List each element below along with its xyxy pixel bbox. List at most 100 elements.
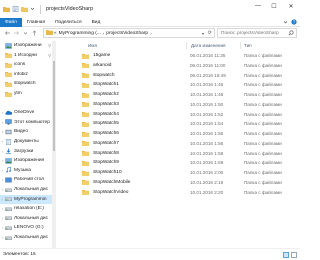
column-header-date[interactable]: Дата изменения [191, 43, 226, 48]
file-name[interactable]: StopWatch5 [93, 121, 185, 126]
help-icon[interactable]: ? [291, 19, 297, 27]
tab-home[interactable]: Главная [22, 18, 50, 27]
file-name[interactable]: 15game [93, 53, 185, 58]
close-button[interactable]: ✕ [282, 0, 300, 12]
search-box[interactable] [217, 28, 297, 38]
tab-file[interactable]: Файл [0, 17, 22, 27]
sidebar-item[interactable]: › Музыка [0, 166, 52, 175]
sidebar-item[interactable]: › Видео [0, 127, 52, 136]
recent-locations-button[interactable] [21, 29, 29, 37]
file-name[interactable]: arkanoid [93, 63, 185, 68]
sidebar-item-label: stopwatch [14, 81, 36, 87]
up-button[interactable] [30, 29, 38, 37]
breadcrumb-overflow[interactable]: « [54, 31, 57, 36]
large-icons-view-button[interactable] [291, 252, 297, 258]
sidebar-item[interactable]: › MyProgrammin [0, 194, 52, 204]
file-name[interactable]: StopWatch2 [93, 92, 185, 97]
drive-icon [5, 187, 12, 193]
breadcrumb-separator[interactable]: › [150, 31, 152, 36]
file-name[interactable]: StopWatch3 [93, 102, 185, 107]
breadcrumb-projectsvideosharp[interactable]: projectsVideoSharp [106, 31, 148, 36]
file-name[interactable]: StopWatch4 [93, 112, 185, 117]
folder-icon [82, 150, 89, 156]
sidebar-item[interactable]: › LENOVO (G:) [0, 223, 52, 232]
file-row[interactable]: StopWatch5 10.01.2016 1:54 Папка с файлами [82, 119, 298, 128]
chevron-down-icon[interactable] [30, 6, 37, 12]
sidebar-item[interactable]: ytm [0, 89, 52, 98]
column-divider[interactable] [186, 42, 187, 49]
chevron-down-icon[interactable] [283, 20, 288, 27]
file-name[interactable]: StopWatchMobile [93, 180, 185, 185]
sidebar-item[interactable]: › Изображения [0, 156, 52, 165]
sidebar-item[interactable]: › Локальный дис [0, 233, 52, 242]
scrollbar-thumb[interactable] [53, 61, 55, 151]
file-name[interactable]: StopWatch7 [93, 141, 185, 146]
file-date: 10.01.2016 1:52 [190, 111, 224, 117]
file-row[interactable]: arkanoid 06.01.2016 11:00 Папка с файлами [82, 61, 298, 70]
navigation-pane-scrollbar[interactable] [52, 41, 56, 248]
file-name[interactable]: StopWatch10 [93, 170, 185, 175]
file-type: Папка с файлами [244, 189, 282, 195]
file-row[interactable]: StopWatch1 10.01.2016 1:46 Папка с файлами [82, 80, 298, 89]
forward-button[interactable] [12, 29, 20, 37]
sidebar-item[interactable]: stopwatch [0, 79, 52, 88]
address-dropdown-button[interactable]: ▾ [202, 31, 204, 36]
file-type: Папка с файлами [244, 131, 282, 136]
drive-icon [5, 235, 12, 241]
search-icon[interactable] [288, 30, 294, 38]
sidebar-item[interactable]: › Локальный дис [0, 185, 52, 194]
sidebar-item[interactable]: › Этот компьютер [0, 118, 52, 127]
column-divider[interactable] [240, 42, 241, 49]
breadcrumb-myprogramming[interactable]: MyProgramming (... [59, 31, 101, 36]
sidebar-item[interactable]: › Локальный дис [0, 214, 52, 223]
sidebar-item[interactable]: › Загрузки [0, 147, 52, 156]
file-row[interactable]: StopWatch7 10.01.2016 1:56 Папка с файлами [82, 139, 298, 148]
address-bar[interactable]: « MyProgramming (... › projectsVideoShar… [43, 28, 215, 38]
column-header-type[interactable]: Тип [244, 43, 252, 48]
file-row[interactable]: StopWatchVideo 10.01.2016 2:20 Папка с фай… [82, 188, 298, 197]
new-folder-icon[interactable] [21, 6, 28, 12]
sidebar-item[interactable]: › Документы [0, 137, 52, 146]
file-row[interactable]: StopWatch9 10.01.2016 1:59 Папка с файлами [82, 158, 298, 167]
sidebar-item-label: Изображени [14, 43, 42, 48]
sidebar-item[interactable]: infobiz [0, 70, 52, 79]
details-view-button[interactable] [283, 252, 289, 258]
file-row[interactable]: StopWatchMobile 10.01.2016 2:19 Папка с фа… [82, 178, 298, 187]
file-row[interactable]: StopWatch6 10.01.2016 1:55 Папка с файлами [82, 129, 298, 138]
back-button[interactable] [3, 29, 11, 37]
file-row[interactable]: 15game 06.01.2016 11:35 Папка с файлами [82, 51, 298, 60]
breadcrumb-separator[interactable]: › [103, 31, 105, 36]
file-name[interactable]: StopWatch1 [93, 82, 185, 87]
tab-share[interactable]: Поделиться [50, 18, 87, 27]
sidebar-item[interactable]: › Рабочий стол [0, 175, 52, 184]
search-input[interactable] [221, 30, 287, 36]
file-row[interactable]: StopWatch10 10.01.2016 2:00 Папка с файлам… [82, 168, 298, 177]
file-name[interactable]: StopWatch6 [93, 131, 185, 136]
column-header-name[interactable]: Имя [88, 43, 97, 48]
sidebar-item-label: 1 Исходни [14, 52, 37, 58]
file-type: Папка с файлами [244, 170, 282, 175]
sidebar-item[interactable]: 1 Исходни ⚲ [0, 51, 52, 60]
minimize-button[interactable]: — [250, 0, 266, 12]
ribbon-tabs: Файл Главная Поделиться Вид ? [0, 17, 300, 27]
file-row[interactable]: StopWatch3 10.01.2016 1:50 Папка с файлами [82, 100, 298, 109]
music-icon [5, 167, 12, 173]
file-name[interactable]: StopWatch8 [93, 151, 185, 156]
file-name[interactable]: StopWatchVideo [93, 190, 185, 195]
sidebar-item[interactable]: Изображени ⚲ [0, 41, 52, 50]
file-row[interactable]: StopWatch4 10.01.2016 1:52 Папка с файлами [82, 110, 298, 119]
file-row[interactable]: StopWatch2 10.01.2016 1:48 Папка с файлами [82, 90, 298, 99]
navigation-bar: « MyProgramming (... › projectsVideoShar… [0, 28, 300, 38]
tab-view[interactable]: Вид [87, 18, 106, 27]
sidebar-item-label: relaxation (E:) [14, 206, 44, 212]
file-row[interactable]: stopwatch 06.01.2016 18:49 Папка с файлами [82, 71, 298, 80]
maximize-button[interactable]: ☐ [266, 0, 282, 12]
sidebar-item[interactable]: › OneDrive [0, 108, 52, 117]
refresh-button[interactable]: ⟳ [208, 30, 212, 36]
file-name[interactable]: stopwatch [93, 73, 185, 78]
file-row[interactable]: StopWatch8 10.01.2016 1:58 Папка с файлами [82, 149, 298, 158]
properties-icon[interactable] [12, 6, 19, 12]
sidebar-item[interactable]: › relaxation (E:) [0, 204, 52, 213]
sidebar-item[interactable]: icons [0, 60, 52, 69]
file-name[interactable]: StopWatch9 [93, 160, 185, 165]
